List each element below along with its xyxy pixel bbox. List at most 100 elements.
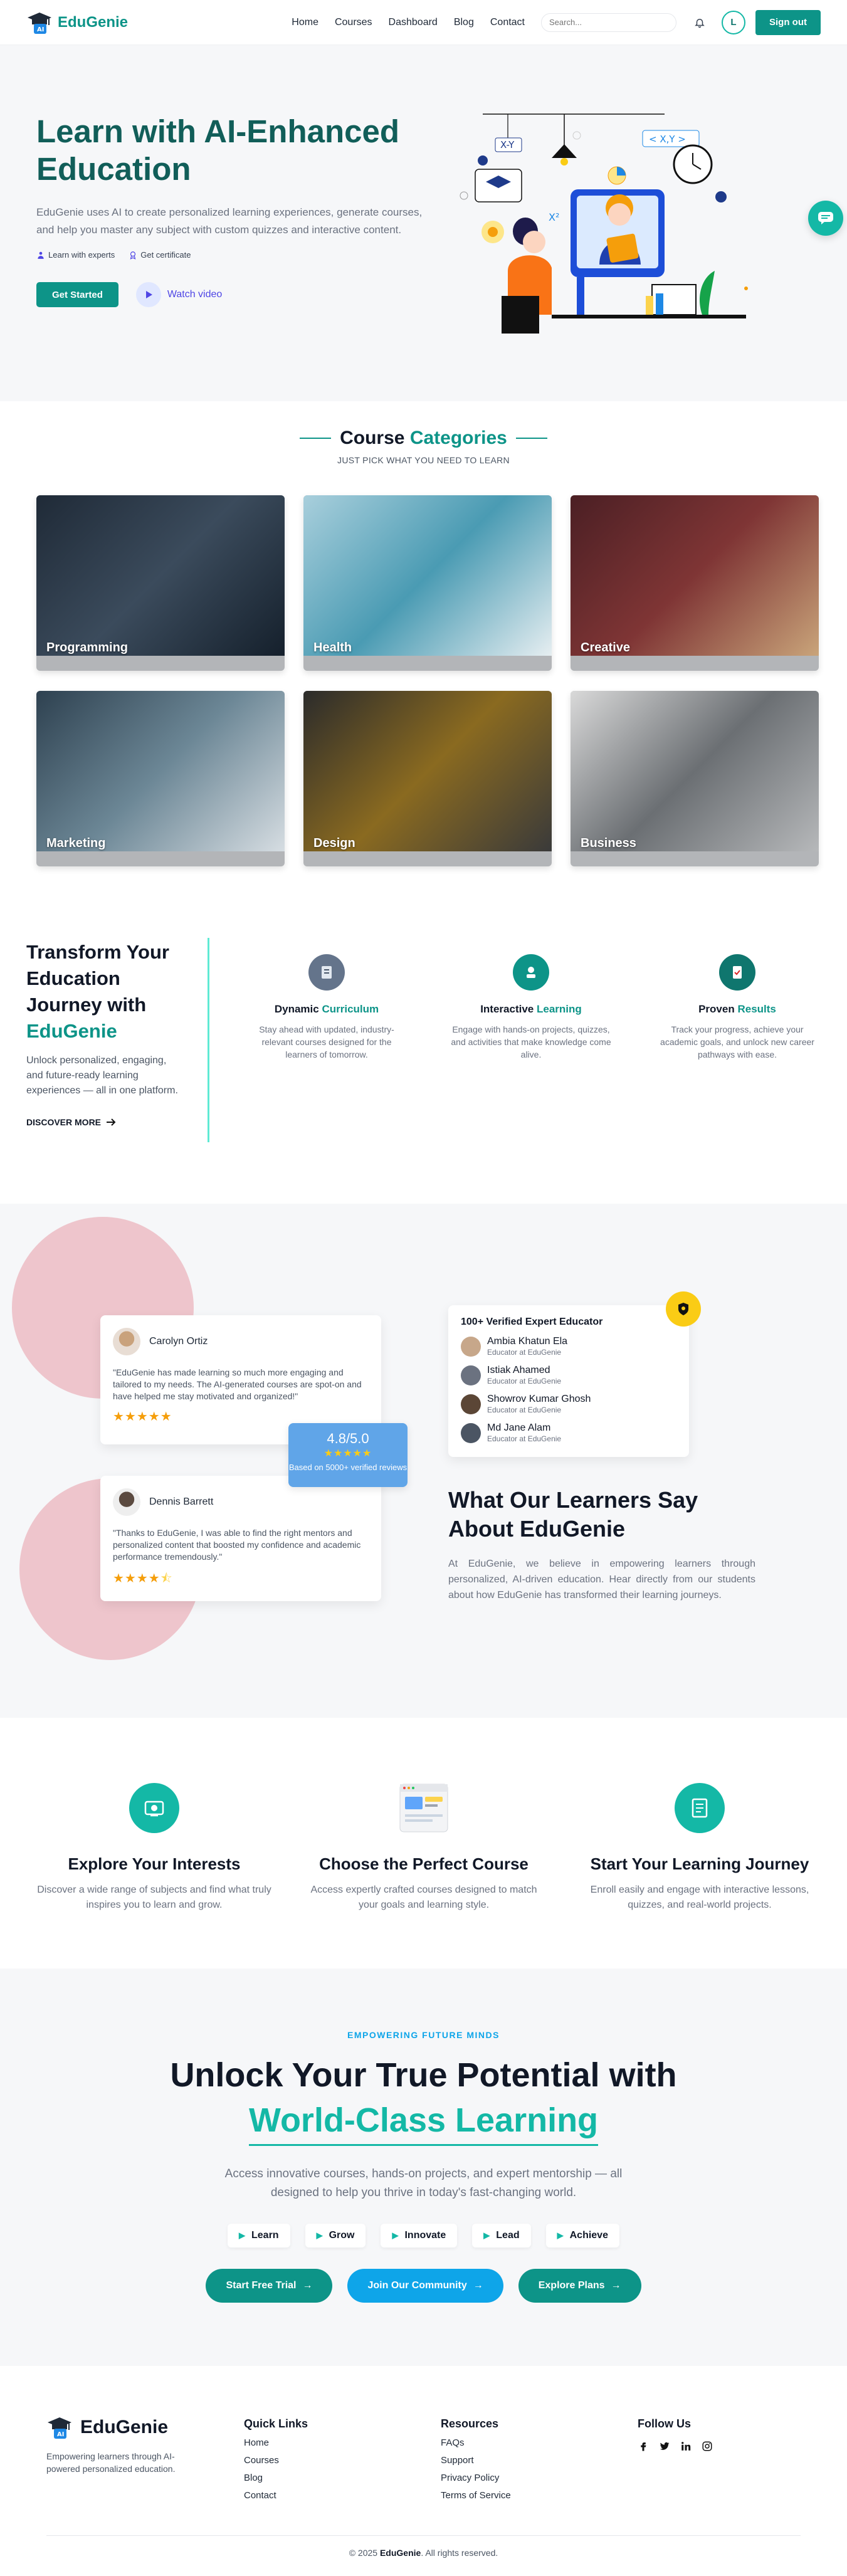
cta-description: Access innovative courses, hands-on proj… bbox=[224, 2167, 623, 2199]
category-label: Business bbox=[581, 836, 636, 850]
expert-role: Educator at EduGenie bbox=[487, 1377, 562, 1385]
facebook-icon[interactable] bbox=[638, 2441, 649, 2452]
transform-title-text: Transform Your Education Journey with bbox=[26, 941, 169, 1016]
course-categories-section: Course Categories JUST PICK WHAT YOU NEE… bbox=[0, 401, 847, 909]
watch-video-label: Watch video bbox=[167, 289, 223, 300]
nav-link-home[interactable]: Home bbox=[292, 17, 318, 28]
step-description: Discover a wide range of subjects and fi… bbox=[37, 1885, 271, 1910]
search-input[interactable] bbox=[541, 13, 676, 32]
play-icon bbox=[135, 282, 161, 307]
discover-more-label: DISCOVER MORE bbox=[26, 1117, 102, 1127]
user-icon bbox=[38, 251, 44, 259]
nav-link-contact[interactable]: Contact bbox=[490, 17, 525, 28]
expert-role: Educator at EduGenie bbox=[487, 1434, 562, 1443]
quick-links-title: Quick Links bbox=[244, 2417, 308, 2430]
category-label: Design bbox=[313, 836, 355, 850]
transform-divider bbox=[208, 938, 209, 1142]
footer-link-blog[interactable]: Blog bbox=[244, 2473, 308, 2483]
category-card[interactable]: Creative bbox=[571, 495, 819, 671]
play-triangle-icon: ▶ bbox=[392, 2231, 399, 2240]
twitter-icon[interactable] bbox=[659, 2441, 670, 2452]
nav-link-blog[interactable]: Blog bbox=[454, 17, 474, 28]
expert-row: Istiak Ahamed Educator at EduGenie bbox=[461, 1365, 676, 1385]
reviewer-name: Carolyn Ortiz bbox=[149, 1336, 208, 1347]
instagram-icon[interactable] bbox=[702, 2441, 713, 2452]
category-label: Creative bbox=[581, 641, 630, 655]
chat-bubble-icon bbox=[818, 212, 833, 224]
feature-card: Interactive Learning Engage with hands-o… bbox=[450, 954, 613, 1061]
watch-video-link[interactable]: Watch video bbox=[135, 282, 223, 307]
nav-link-courses[interactable]: Courses bbox=[335, 17, 372, 28]
category-image bbox=[571, 495, 819, 656]
category-card[interactable]: Programming bbox=[36, 495, 285, 671]
copyright: © 2025 EduGenie. All rights reserved. bbox=[0, 2548, 847, 2558]
expert-name: Md Jane Alam bbox=[487, 1422, 551, 1433]
avatar bbox=[113, 1488, 140, 1516]
hero-section: Learn with AI-Enhanced Education EduGeni… bbox=[0, 45, 847, 401]
nav-link-dashboard[interactable]: Dashboard bbox=[389, 17, 438, 28]
testimonials-section: Carolyn Ortiz "EduGenie has made learnin… bbox=[0, 1204, 847, 1718]
how-it-works-section: Explore Your Interests Discover a wide r… bbox=[0, 1718, 847, 1969]
illus-label-square: X² bbox=[549, 211, 559, 223]
button-label: Join Our Community bbox=[367, 2280, 467, 2291]
copyright-suffix: . All rights reserved. bbox=[421, 2548, 498, 2558]
chip-grow: ▶ Grow bbox=[305, 2224, 366, 2247]
rating-subtitle: Based on 5000+ verified reviews bbox=[288, 1463, 408, 1472]
transform-description: Unlock personalized, engaging, and futur… bbox=[26, 1055, 178, 1096]
copyright-prefix: © 2025 bbox=[349, 2548, 378, 2558]
cta-title-accent: World-Class Learning bbox=[248, 2098, 599, 2146]
feature-title: Interactive Learning bbox=[450, 1003, 613, 1016]
transform-intro: Transform Your Education Journey with Ed… bbox=[26, 939, 183, 1127]
expert-row: Md Jane Alam Educator at EduGenie bbox=[461, 1422, 676, 1443]
footer-link-courses[interactable]: Courses bbox=[244, 2455, 308, 2466]
avatar bbox=[461, 1394, 481, 1414]
footer-link-support[interactable]: Support bbox=[441, 2455, 511, 2466]
chip-lead: ▶ Lead bbox=[472, 2224, 531, 2247]
sign-out-button[interactable]: Sign out bbox=[755, 9, 821, 35]
cta-kicker: EMPOWERING FUTURE MINDS bbox=[347, 2030, 500, 2040]
rating-stars: ★★★★★ bbox=[324, 1448, 372, 1459]
category-card[interactable]: Health bbox=[303, 495, 552, 671]
footer-brand-name: EduGenie bbox=[80, 2417, 169, 2437]
footer-link-contact[interactable]: Contact bbox=[244, 2490, 308, 2501]
chat-button[interactable] bbox=[808, 201, 843, 236]
chip-label: Achieve bbox=[569, 2230, 608, 2241]
category-card[interactable]: Marketing bbox=[36, 691, 285, 866]
user-avatar[interactable]: L bbox=[722, 10, 745, 34]
hero-content: Learn with AI-Enhanced Education EduGeni… bbox=[36, 113, 425, 307]
expert-row: Showrov Kumar Ghosh Educator at EduGenie bbox=[461, 1394, 676, 1414]
footer-link-privacy[interactable]: Privacy Policy bbox=[441, 2473, 511, 2483]
play-triangle-icon: ▶ bbox=[316, 2231, 323, 2240]
step-title: Explore Your Interests bbox=[68, 1854, 241, 1873]
copyright-brand: EduGenie bbox=[379, 2548, 421, 2558]
footer-link-terms[interactable]: Terms of Service bbox=[441, 2490, 511, 2501]
explore-plans-button[interactable]: Explore Plans → bbox=[518, 2269, 641, 2303]
category-card[interactable]: Design bbox=[303, 691, 552, 866]
brand-name: EduGenie bbox=[58, 13, 129, 31]
get-started-button[interactable]: Get Started bbox=[36, 282, 118, 307]
feature-title-a: Proven bbox=[698, 1003, 735, 1015]
discover-more-link[interactable]: DISCOVER MORE bbox=[26, 1117, 183, 1127]
hero-actions: Get Started Watch video bbox=[36, 282, 425, 307]
brand-logo[interactable]: AI EduGenie bbox=[26, 10, 128, 35]
explore-icon bbox=[129, 1783, 179, 1833]
footer-link-home[interactable]: Home bbox=[244, 2437, 308, 2448]
step-title: Choose the Perfect Course bbox=[319, 1854, 529, 1873]
footer-link-faqs[interactable]: FAQs bbox=[441, 2437, 511, 2448]
cta-title: Unlock Your True Potential with bbox=[170, 2056, 677, 2094]
bell-icon[interactable] bbox=[694, 16, 705, 28]
join-community-button[interactable]: Join Our Community → bbox=[347, 2269, 503, 2303]
title-divider-left bbox=[300, 438, 332, 439]
play-triangle-icon: ▶ bbox=[483, 2231, 490, 2240]
category-card[interactable]: Business bbox=[571, 691, 819, 866]
footer-logo[interactable]: AI EduGenie bbox=[46, 2415, 197, 2440]
category-label: Programming bbox=[46, 641, 129, 655]
category-image bbox=[36, 691, 285, 851]
start-free-trial-button[interactable]: Start Free Trial → bbox=[206, 2269, 333, 2303]
star-rating: ★★★★★ bbox=[113, 1410, 172, 1424]
step-card: Explore Your Interests Discover a wide r… bbox=[35, 1783, 273, 1913]
linkedin-icon[interactable] bbox=[680, 2441, 692, 2452]
star-rating: ★★★★⯪ bbox=[113, 1572, 173, 1585]
testimonials-title: What Our Learners Say About EduGenie bbox=[448, 1487, 698, 1542]
illus-label-vector: < X,Y > bbox=[649, 134, 686, 145]
